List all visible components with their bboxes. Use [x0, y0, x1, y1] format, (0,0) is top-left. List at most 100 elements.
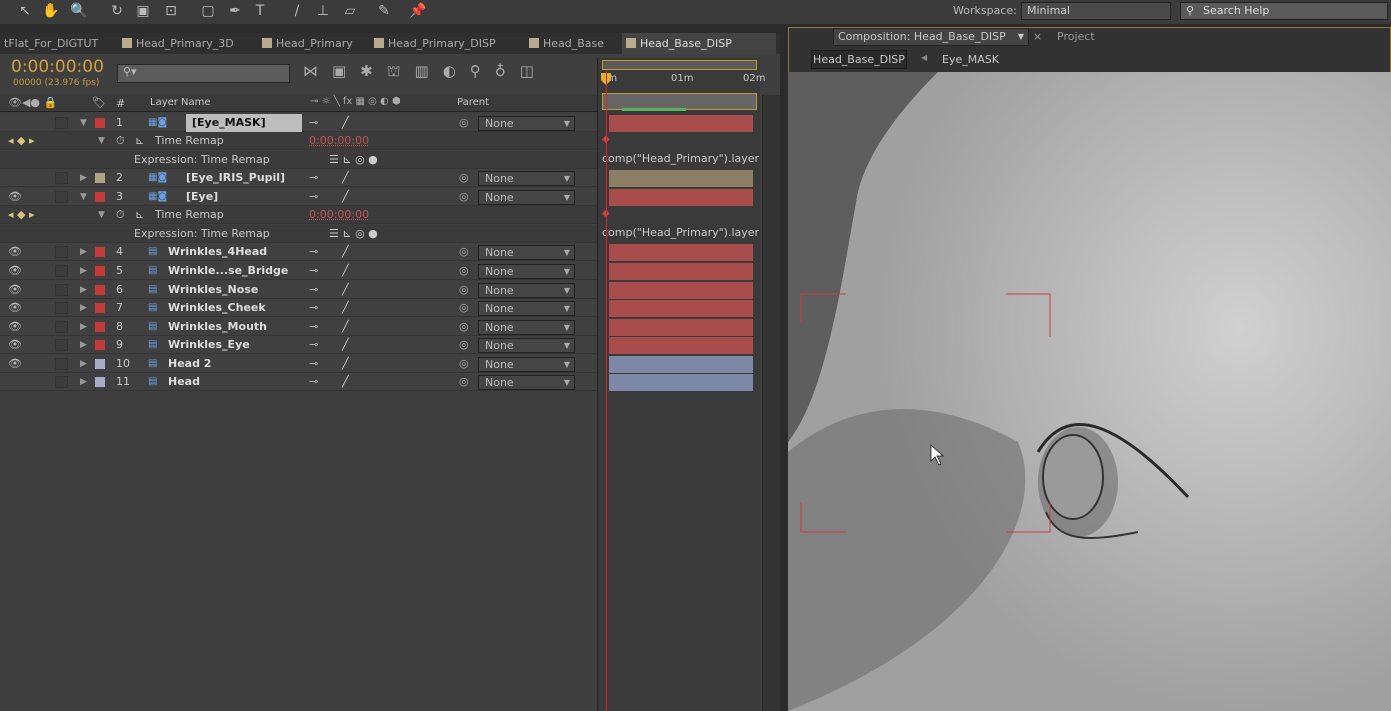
pickwhip-icon[interactable]: ◎ — [459, 336, 469, 354]
layer-name[interactable]: [Eye_IRIS_Pupil] — [186, 169, 285, 187]
parent-select[interactable]: None — [478, 338, 575, 353]
layer-row[interactable]: 👁 ▶ 5 ▤ Wrinkle...se_Bridge ⊸ ╱ ◎ None — [0, 262, 597, 280]
work-area-bar[interactable] — [602, 60, 757, 70]
layer-row[interactable]: 👁 ▶ 8 ▤ Wrinkles_Mouth ⊸ ╱ ◎ None — [0, 318, 597, 336]
rotation-tool-icon[interactable]: ↻ — [107, 2, 127, 20]
layer-name[interactable]: Wrinkles_Eye — [168, 336, 250, 354]
lock-toggle[interactable] — [55, 321, 68, 333]
composition-tab[interactable]: Composition: Head_Base_DISP ▼ — [833, 28, 1029, 46]
parent-select[interactable]: None — [478, 320, 575, 335]
twirl-right-icon[interactable]: ▶ — [80, 299, 87, 317]
layer-row[interactable]: 👁 ▶ 9 ▤ Wrinkles_Eye ⊸ ╱ ◎ None — [0, 336, 597, 354]
visibility-eye-icon[interactable]: 👁 — [8, 355, 22, 373]
pickwhip-icon[interactable]: ◎ — [459, 262, 469, 280]
layer-duration-bar[interactable] — [609, 244, 753, 261]
quality-switch-icon[interactable]: ╱ — [342, 336, 349, 354]
pickwhip-icon[interactable]: ◎ — [459, 355, 469, 373]
pickwhip-icon[interactable]: ◎ — [459, 281, 469, 299]
twirl-down-icon[interactable]: ▼ — [98, 206, 105, 224]
layer-row[interactable]: 👁 ▶ 7 ▤ Wrinkles_Cheek ⊸ ╱ ◎ None — [0, 299, 597, 317]
layer-row[interactable]: 👁 ▶ 6 ▤ Wrinkles_Nose ⊸ ╱ ◎ None — [0, 281, 597, 299]
quality-switch-icon[interactable]: ╱ — [342, 114, 349, 132]
visibility-eye-icon[interactable]: 👁 — [8, 243, 22, 261]
label-color[interactable] — [95, 266, 105, 276]
expression-code[interactable]: comp("Head_Primary").layer — [602, 152, 759, 165]
label-color[interactable] — [95, 322, 105, 332]
parent-select[interactable]: None — [478, 264, 575, 279]
twirl-right-icon[interactable]: ▶ — [80, 355, 87, 373]
breadcrumb-head-base-disp[interactable]: Head_Base_DISP — [811, 50, 907, 69]
layer-row[interactable]: ▼ 1 ▦◙ [Eye_MASK] ⊸ ╱ ◎ None — [0, 114, 597, 132]
twirl-down-icon[interactable]: ▼ — [80, 114, 87, 132]
keyframe-navigator-icon[interactable]: ◂ ◆ ▸ — [8, 132, 35, 150]
pickwhip-icon[interactable]: ◎ — [459, 188, 469, 206]
layer-duration-bar[interactable] — [609, 170, 753, 187]
quality-switch-icon[interactable]: ╱ — [342, 299, 349, 317]
keyframe-navigator-icon[interactable]: ◂ ◆ ▸ — [8, 206, 35, 224]
label-color[interactable] — [95, 377, 105, 387]
lock-toggle[interactable] — [55, 117, 68, 129]
label-color[interactable] — [95, 340, 105, 350]
timeline-switches[interactable]: ⋈▣✱⛫▥◐⚲♁◫ — [303, 62, 593, 86]
quality-switch-icon[interactable]: ╱ — [342, 188, 349, 206]
layer-duration-bar[interactable] — [609, 300, 753, 317]
pickwhip-icon[interactable]: ◎ — [459, 243, 469, 261]
layer-duration-bar[interactable] — [609, 282, 753, 299]
parent-select[interactable]: None — [478, 357, 575, 372]
pan-behind-tool-icon[interactable]: ⊡ — [161, 2, 181, 20]
quality-switch-icon[interactable]: ╱ — [342, 373, 349, 391]
label-color[interactable] — [95, 247, 105, 257]
quality-switch-icon[interactable]: ╱ — [342, 243, 349, 261]
layer-row[interactable]: 👁 ▶ 4 ▤ Wrinkles_4Head ⊸ ╱ ◎ None — [0, 243, 597, 261]
label-color[interactable] — [95, 303, 105, 313]
twirl-right-icon[interactable]: ▶ — [80, 373, 87, 391]
twirl-down-icon[interactable]: ▼ — [98, 132, 105, 150]
shy-switch-icon[interactable]: ⊸ — [309, 243, 318, 261]
layer-row[interactable]: ▶ 11 ▤ Head ⊸ ╱ ◎ None — [0, 373, 597, 391]
layer-name[interactable]: Wrinkles_Nose — [168, 281, 258, 299]
quality-switch-icon[interactable]: ╱ — [342, 262, 349, 280]
lock-toggle[interactable] — [55, 265, 68, 277]
lock-toggle[interactable] — [55, 339, 68, 351]
lock-toggle[interactable] — [55, 191, 68, 203]
layer-duration-bar[interactable] — [609, 356, 753, 373]
lock-toggle[interactable] — [55, 246, 68, 258]
quality-switch-icon[interactable]: ╱ — [342, 355, 349, 373]
label-color[interactable] — [95, 118, 105, 128]
tab-project[interactable]: Project — [1057, 30, 1095, 43]
current-time[interactable]: 0:00:00:00 — [11, 57, 104, 77]
layer-search-input[interactable]: ⚲▾ — [117, 64, 290, 83]
clone-stamp-tool-icon[interactable]: ⊥ — [313, 2, 333, 20]
layer-name[interactable]: Wrinkles_Cheek — [168, 299, 266, 317]
pickwhip-icon[interactable]: ◎ — [459, 318, 469, 336]
layer-row[interactable]: 👁 ▼ 3 ▦◙ [Eye] ⊸ ╱ ◎ None — [0, 188, 597, 206]
shy-switch-icon[interactable]: ⊸ — [309, 262, 318, 280]
parent-select[interactable]: None — [478, 171, 575, 186]
expression-controls-icons[interactable]: ☰ ⊾ ◎ ● — [329, 151, 378, 169]
lock-toggle[interactable] — [55, 302, 68, 314]
twirl-right-icon[interactable]: ▶ — [80, 281, 87, 299]
rectangle-tool-icon[interactable]: ▢ — [198, 2, 218, 20]
type-tool-icon[interactable]: T — [250, 2, 270, 20]
visibility-eye-icon[interactable]: 👁 — [8, 299, 22, 317]
label-color[interactable] — [95, 285, 105, 295]
parent-select[interactable]: None — [478, 283, 575, 298]
shy-switch-icon[interactable]: ⊸ — [309, 281, 318, 299]
shy-switch-icon[interactable]: ⊸ — [309, 373, 318, 391]
layer-duration-bar[interactable] — [609, 263, 753, 280]
twirl-right-icon[interactable]: ▶ — [80, 262, 87, 280]
tab-head-base-disp[interactable]: Head_Base_DISP — [622, 33, 776, 54]
shy-switch-icon[interactable]: ⊸ — [309, 299, 318, 317]
column-layer-name[interactable]: Layer Name — [150, 97, 211, 108]
search-help-input[interactable]: ⚲ Search Help — [1180, 2, 1388, 20]
playhead-line[interactable] — [606, 70, 607, 711]
expression-row[interactable]: Expression: Time Remap ☰ ⊾ ◎ ● — [0, 225, 597, 243]
lock-toggle[interactable] — [55, 358, 68, 370]
pickwhip-icon[interactable]: ◎ — [459, 299, 469, 317]
twirl-right-icon[interactable]: ▶ — [80, 336, 87, 354]
lock-toggle[interactable] — [55, 284, 68, 296]
composition-viewer[interactable] — [788, 72, 1391, 711]
lock-toggle[interactable] — [55, 172, 68, 184]
label-color[interactable] — [95, 192, 105, 202]
parent-select[interactable]: None — [478, 245, 575, 260]
